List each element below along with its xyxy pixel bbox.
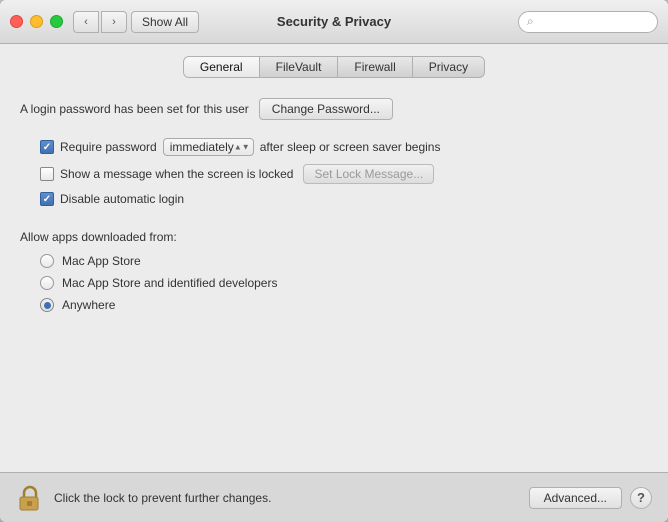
tab-firewall[interactable]: Firewall	[338, 57, 412, 77]
require-password-checkbox[interactable]	[40, 140, 54, 154]
advanced-button[interactable]: Advanced...	[529, 487, 622, 509]
disable-login-checkbox[interactable]	[40, 192, 54, 206]
checkboxes-section: Require password immediately ▲▼ after sl…	[20, 138, 648, 206]
radio-mac-app-store-identified-row: Mac App Store and identified developers	[40, 276, 648, 290]
search-box[interactable]: ⌕	[518, 11, 658, 33]
lock-text: Click the lock to prevent further change…	[54, 491, 529, 505]
show-all-button[interactable]: Show All	[131, 11, 199, 33]
search-icon: ⌕	[527, 14, 534, 29]
radio-mac-app-store-row: Mac App Store	[40, 254, 648, 268]
require-password-label: Require password	[60, 140, 157, 154]
disable-login-row: Disable automatic login	[40, 192, 648, 206]
titlebar: ‹ › Show All Security & Privacy ⌕	[0, 0, 668, 44]
window: ‹ › Show All Security & Privacy ⌕ Genera…	[0, 0, 668, 522]
radio-mac-app-store-label: Mac App Store	[62, 254, 141, 268]
change-password-button[interactable]: Change Password...	[259, 98, 393, 120]
radio-anywhere-label: Anywhere	[62, 298, 115, 312]
radio-group: Mac App Store Mac App Store and identifi…	[20, 254, 648, 312]
bottombar: Click the lock to prevent further change…	[0, 472, 668, 522]
tab-group: General FileVault Firewall Privacy	[183, 56, 485, 78]
login-text: A login password has been set for this u…	[20, 102, 249, 116]
lock-icon	[16, 484, 44, 512]
window-controls	[10, 15, 63, 28]
tab-privacy[interactable]: Privacy	[413, 57, 484, 77]
content-area: A login password has been set for this u…	[0, 88, 668, 472]
back-button[interactable]: ‹	[73, 11, 99, 33]
forward-button[interactable]: ›	[101, 11, 127, 33]
set-lock-message-button: Set Lock Message...	[303, 164, 434, 184]
nav-buttons: ‹ ›	[73, 11, 127, 33]
radio-anywhere[interactable]	[40, 298, 54, 312]
tab-general[interactable]: General	[184, 57, 260, 77]
password-timing-dropdown[interactable]: immediately	[163, 138, 254, 156]
tab-filevault[interactable]: FileVault	[260, 57, 339, 77]
close-button[interactable]	[10, 15, 23, 28]
forward-icon: ›	[112, 16, 116, 28]
maximize-button[interactable]	[50, 15, 63, 28]
back-icon: ‹	[84, 16, 88, 28]
apps-label: Allow apps downloaded from:	[20, 230, 648, 244]
show-message-label: Show a message when the screen is locked	[60, 167, 293, 181]
login-section: A login password has been set for this u…	[20, 98, 648, 120]
disable-login-label: Disable automatic login	[60, 192, 184, 206]
help-button[interactable]: ?	[630, 487, 652, 509]
show-message-checkbox[interactable]	[40, 167, 54, 181]
search-input[interactable]	[538, 15, 649, 29]
apps-section: Allow apps downloaded from: Mac App Stor…	[20, 230, 648, 312]
require-password-row: Require password immediately ▲▼ after sl…	[40, 138, 648, 156]
minimize-button[interactable]	[30, 15, 43, 28]
password-timing-dropdown-wrapper: immediately ▲▼	[163, 138, 254, 156]
after-sleep-text: after sleep or screen saver begins	[260, 140, 441, 154]
window-title: Security & Privacy	[277, 14, 391, 29]
tabbar: General FileVault Firewall Privacy	[0, 44, 668, 88]
radio-anywhere-row: Anywhere	[40, 298, 648, 312]
radio-mac-app-store[interactable]	[40, 254, 54, 268]
show-message-row: Show a message when the screen is locked…	[40, 164, 648, 184]
radio-mac-app-store-identified[interactable]	[40, 276, 54, 290]
radio-mac-app-store-identified-label: Mac App Store and identified developers	[62, 276, 277, 290]
